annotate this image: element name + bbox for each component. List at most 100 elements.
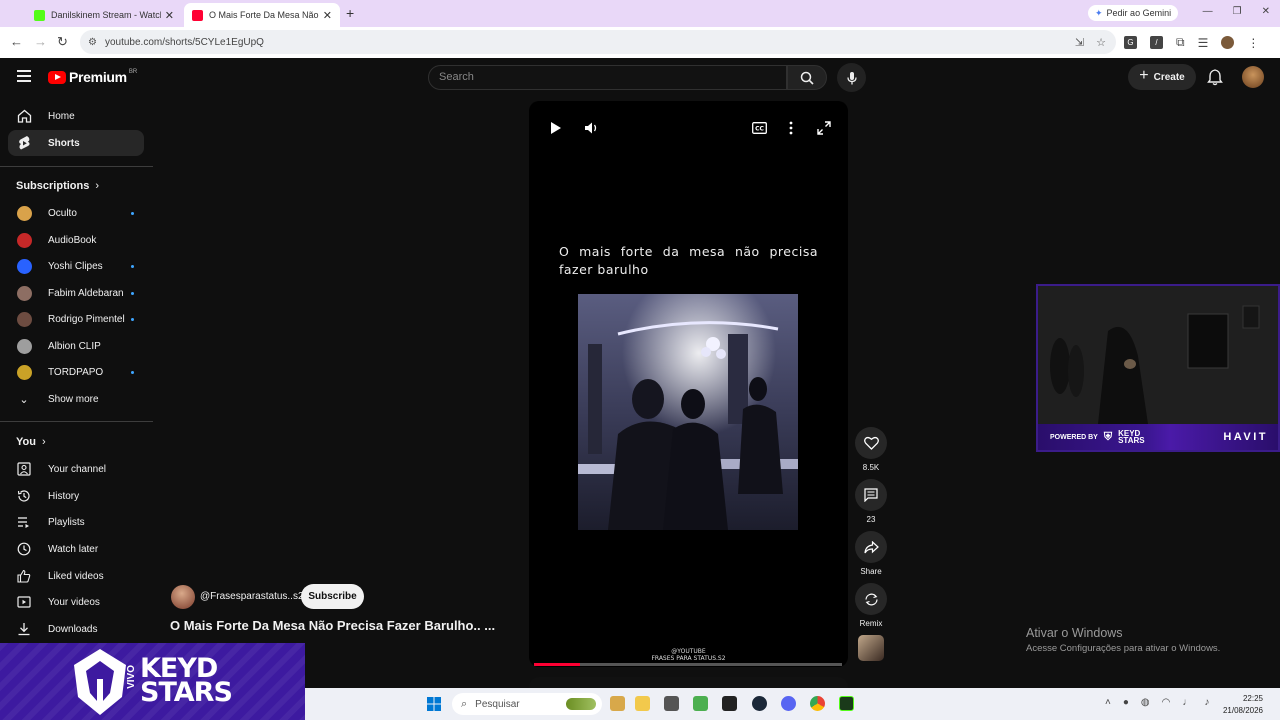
- minimize-icon[interactable]: —: [1203, 6, 1213, 17]
- capcut-icon[interactable]: [722, 696, 737, 711]
- forward-arrow-icon[interactable]: →: [34, 34, 47, 49]
- audio-track-thumbnail[interactable]: [858, 635, 884, 661]
- channel-name[interactable]: @Frasesparastatus..s2: [200, 591, 304, 602]
- site-info-icon[interactable]: ⚙: [88, 37, 97, 48]
- activate-subtitle: Acesse Configurações para ativar o Windo…: [1026, 643, 1221, 654]
- clock-date: 21/08/2026: [1222, 706, 1263, 715]
- install-app-icon[interactable]: ⇲: [1075, 36, 1084, 49]
- profile-avatar-icon[interactable]: [1221, 36, 1235, 49]
- volume-icon[interactable]: [584, 121, 600, 135]
- like-button[interactable]: 8.5K: [854, 427, 888, 472]
- gemini-button[interactable]: ✦ Pedir ao Gemini: [1088, 5, 1179, 21]
- close-tab-icon[interactable]: ✕: [165, 9, 174, 22]
- sidebar-item-home[interactable]: Home: [8, 103, 144, 129]
- short-title[interactable]: O Mais Forte Da Mesa Não Precisa Fazer B…: [170, 618, 495, 633]
- sidebar-item-your-videos[interactable]: Your videos: [8, 589, 144, 615]
- search-button[interactable]: [787, 65, 827, 90]
- closed-captions-icon[interactable]: CC: [752, 122, 767, 134]
- close-window-icon[interactable]: ✕: [1262, 6, 1270, 17]
- sidebar-sub-audiobook[interactable]: AudioBook: [8, 227, 144, 253]
- notifications-bell-icon[interactable]: [1207, 68, 1223, 86]
- account-avatar[interactable]: [1242, 66, 1264, 88]
- new-content-dot: [131, 317, 134, 321]
- video-frame-image: [578, 294, 798, 530]
- obs-icon[interactable]: [839, 696, 854, 711]
- reload-icon[interactable]: ↻: [57, 34, 68, 50]
- reading-list-icon[interactable]: ☰: [1198, 36, 1209, 50]
- youtube-premium-logo[interactable]: Premium BR: [48, 69, 137, 85]
- omnibox[interactable]: ⚙ youtube.com/shorts/5CYLe1EgUpQ ⇲ ☆: [80, 30, 1116, 54]
- home-icon: [17, 109, 31, 123]
- share-button[interactable]: Share: [854, 531, 888, 576]
- sidebar-item-history[interactable]: History: [8, 483, 144, 509]
- sidebar-sub-tordpapo[interactable]: TORDPAPO: [8, 359, 144, 385]
- extensions-puzzle-icon[interactable]: ⧉: [1176, 35, 1185, 50]
- chrome-icon[interactable]: [810, 696, 825, 711]
- discord-icon[interactable]: [781, 696, 796, 711]
- sidebar-sub-yoshi-clipes[interactable]: Yoshi Clipes: [8, 253, 144, 279]
- channel-avatar[interactable]: [171, 585, 195, 609]
- tab-kick-stream[interactable]: Danilskinem Stream - Watch Li ✕: [26, 3, 182, 27]
- xbox-icon[interactable]: [693, 696, 708, 711]
- wifi-icon[interactable]: ◠: [1162, 697, 1171, 708]
- file-explorer-icon[interactable]: [635, 696, 650, 711]
- create-button[interactable]: + Create: [1128, 64, 1196, 90]
- sidebar-item-label: Your videos: [48, 596, 100, 608]
- back-arrow-icon[interactable]: ←: [10, 34, 23, 49]
- sidebar-show-more[interactable]: ⌄ Show more: [8, 386, 144, 412]
- sidebar-sub-rodrigo-pimentel[interactable]: Rodrigo Pimentel: [8, 306, 144, 332]
- voice-search-button[interactable]: [837, 63, 866, 92]
- sidebar-item-downloads[interactable]: Downloads: [8, 616, 144, 642]
- havit-logo: HAVIT: [1223, 431, 1268, 443]
- fullscreen-icon[interactable]: [817, 121, 831, 135]
- subscribe-button[interactable]: Subscribe: [301, 584, 364, 609]
- sidebar-sub-oculto[interactable]: Oculto: [8, 200, 144, 226]
- remix-button[interactable]: Remix: [854, 583, 888, 628]
- taskbar-clock[interactable]: 22:25 21/08/2026: [1223, 693, 1263, 717]
- play-icon[interactable]: [550, 121, 562, 135]
- chevron-up-icon[interactable]: ˄: [1105, 697, 1111, 708]
- sidebar-item-playlists[interactable]: Playlists: [8, 509, 144, 535]
- bookmark-star-icon[interactable]: ☆: [1096, 36, 1106, 49]
- logo-text: Premium: [69, 69, 127, 85]
- keyd-stars-logo-icon: ⛨: [1103, 430, 1113, 443]
- channel-avatar: [16, 205, 32, 221]
- steam-icon[interactable]: [752, 696, 767, 711]
- shorts-player[interactable]: CC O mais forte da mesa não precisa faze…: [529, 101, 848, 667]
- sidebar-sub-fabim-aldebaran[interactable]: Fabim Aldebaran: [8, 280, 144, 306]
- maximize-icon[interactable]: ❐: [1233, 6, 1242, 17]
- search-input[interactable]: [439, 71, 739, 83]
- sponsor-bar: POWERED BY ⛨ KEYD STARS HAVIT: [1038, 424, 1278, 450]
- tab-youtube-short[interactable]: O Mais Forte Da Mesa Não Pre ✕: [184, 3, 340, 27]
- sidebar-item-liked-videos[interactable]: Liked videos: [8, 563, 144, 589]
- sidebar-item-shorts[interactable]: Shorts: [8, 130, 144, 156]
- chrome-menu-icon[interactable]: ⋮: [1247, 36, 1259, 50]
- extension-grammar-icon[interactable]: G: [1124, 36, 1137, 49]
- clock-icon: [17, 542, 31, 556]
- network-icon[interactable]: ◍: [1141, 697, 1150, 708]
- new-tab-button[interactable]: +: [346, 5, 354, 21]
- hamburger-menu-icon[interactable]: [17, 70, 31, 85]
- sidebar-item-watch-later[interactable]: Watch later: [8, 536, 144, 562]
- channel-avatar: [16, 258, 32, 274]
- comments-button[interactable]: 23: [854, 479, 888, 524]
- subscriptions-heading[interactable]: Subscriptions ›: [16, 180, 99, 192]
- sidebar-item-your-channel[interactable]: Your channel: [8, 456, 144, 482]
- url-text[interactable]: youtube.com/shorts/5CYLe1EgUpQ: [105, 37, 264, 48]
- video-progress-bar[interactable]: [534, 663, 842, 666]
- you-heading[interactable]: You ›: [16, 436, 46, 448]
- speaker-icon[interactable]: ♪: [1204, 697, 1209, 708]
- sidebar-sub-albion-clip[interactable]: Albion CLIP: [8, 333, 144, 359]
- more-options-icon[interactable]: [789, 121, 793, 135]
- extension-pen-icon[interactable]: /: [1150, 36, 1163, 49]
- steam-tray-icon[interactable]: ●: [1123, 697, 1129, 708]
- brand-line: STARS: [140, 677, 233, 708]
- search-box[interactable]: [428, 65, 787, 90]
- channel-avatar: [16, 311, 32, 327]
- windows-start-icon[interactable]: [427, 697, 441, 711]
- app-icon[interactable]: [664, 696, 679, 711]
- close-tab-icon[interactable]: ✕: [323, 9, 332, 22]
- microphone-tray-icon[interactable]: ♩: [1182, 697, 1192, 708]
- widgets-icon[interactable]: [610, 696, 625, 711]
- taskbar-search[interactable]: ⌕ Pesquisar: [452, 693, 602, 715]
